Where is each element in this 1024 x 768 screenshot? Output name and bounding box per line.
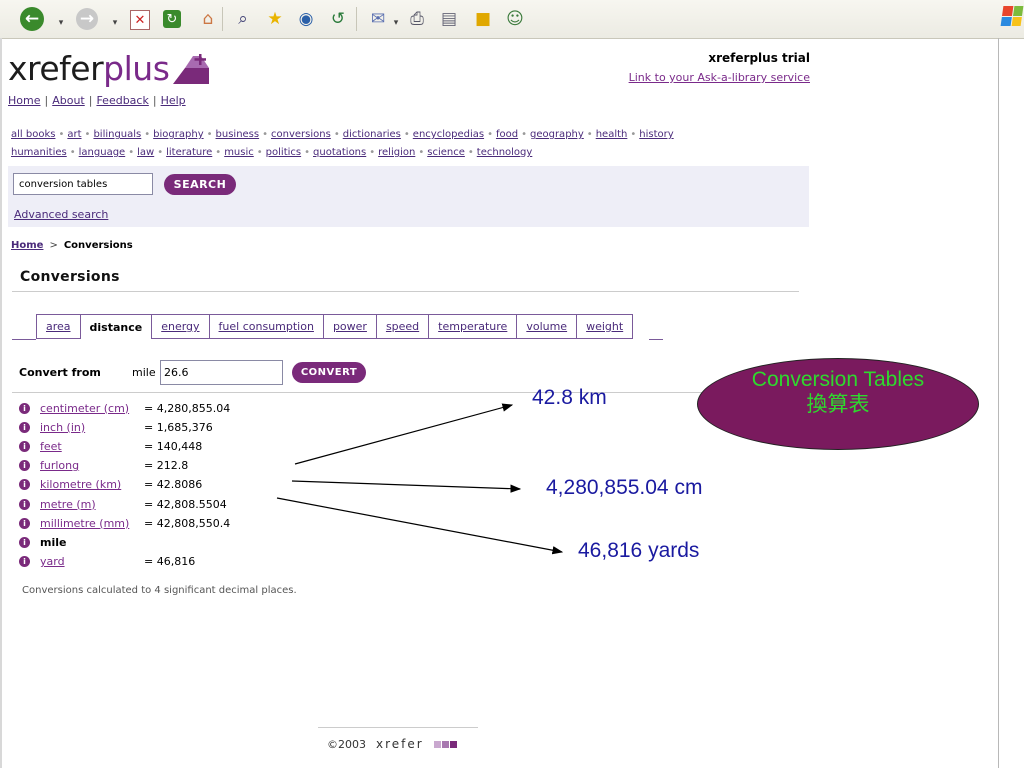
arrow-km xyxy=(294,403,514,465)
arrow-yards xyxy=(276,497,564,555)
callout-title-en: Conversion Tables xyxy=(751,368,925,391)
callout-title-zh: 換算表 xyxy=(806,393,870,416)
conversion-tables-callout: Conversion Tables 換算表 xyxy=(697,358,979,450)
note-yards: 46,816 yards xyxy=(578,539,700,562)
note-cm: 4,280,855.04 cm xyxy=(546,476,703,499)
note-km: 42.8 km xyxy=(532,386,607,409)
arrow-cm xyxy=(291,480,522,493)
